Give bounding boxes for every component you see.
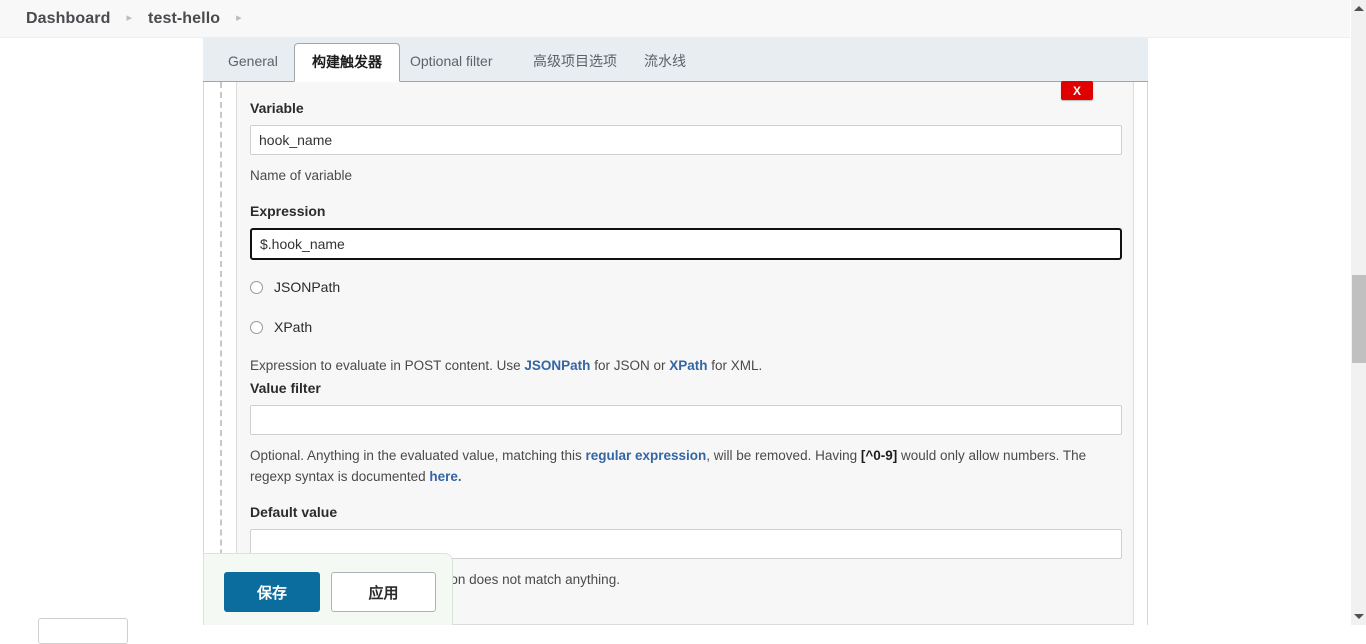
tab-strip: General 构建触发器 Optional filter 高级项目选项 流水线 [203,38,1148,82]
radio-circle-icon-2 [250,320,263,334]
here-link[interactable]: here. [429,469,461,484]
default-value-label: Default value [250,504,338,520]
expression-help-suffix: for XML. [707,358,763,373]
tab-general[interactable]: General [211,43,295,81]
value-filter-help-a: Optional. Anything in the evaluated valu… [250,448,586,463]
breadcrumb-separator-icon-2: ▸ [236,12,242,24]
jsonpath-link[interactable]: JSONPath [524,358,590,373]
expression-help-prefix: Expression to evaluate in POST content. … [250,358,525,373]
delete-parameter-button[interactable]: X [1061,81,1093,100]
value-filter-label: Value filter [250,380,321,396]
tab-pipeline[interactable]: 流水线 [627,43,703,81]
variable-label: Variable [250,100,304,116]
radio-jsonpath-label: JSONPath [274,279,341,295]
radio-xpath[interactable]: XPath [250,317,1122,337]
regular-expression-link[interactable]: regular expression [585,448,706,463]
field-expression: Expression JSONPath XPath Expression to … [250,203,1122,376]
scroll-down-arrow-icon[interactable] [1351,608,1366,625]
expression-help: Expression to evaluate in POST content. … [250,355,1122,376]
expression-label: Expression [250,203,326,219]
page-scrollbar[interactable] [1350,0,1366,625]
xpath-link[interactable]: XPath [669,358,707,373]
scrollbar-thumb[interactable] [1352,275,1366,363]
radio-xpath-label: XPath [274,319,313,335]
field-variable: Variable Name of variable [250,100,1122,186]
variable-input[interactable] [250,125,1122,155]
breadcrumb-item-project[interactable]: test-hello [148,10,220,28]
tab-advanced-options[interactable]: 高级项目选项 [516,43,634,81]
radio-jsonpath[interactable]: JSONPath [250,277,1122,297]
expression-input[interactable] [250,228,1122,260]
save-action-bar: 保存 应用 [203,553,453,625]
save-button[interactable]: 保存 [224,572,320,612]
scroll-track-below[interactable] [1351,363,1366,608]
apply-button[interactable]: 应用 [331,572,436,612]
save-bar-secondary-control[interactable] [38,618,128,644]
radio-circle-icon [250,280,263,294]
value-filter-help-bold: [^0-9] [860,448,898,463]
breadcrumb-item-dashboard[interactable]: Dashboard [26,10,110,28]
tab-optional-filter[interactable]: Optional filter [393,43,509,81]
breadcrumb: Dashboard ▸ test-hello ▸ [0,0,1350,38]
post-content-parameter-panel: Variable Name of variable Expression JSO… [236,82,1134,625]
field-value-filter: Value filter Optional. Anything in the e… [250,380,1122,487]
scroll-up-arrow-icon[interactable] [1351,0,1366,17]
value-filter-input[interactable] [250,405,1122,435]
breadcrumb-separator-icon: ▸ [126,12,133,24]
tab-build-triggers[interactable]: 构建触发器 [294,43,400,82]
value-filter-help-b: , will be removed. Having [706,448,861,463]
value-filter-help: Optional. Anything in the evaluated valu… [250,445,1116,487]
repeatable-block-guide [220,82,222,625]
expression-help-mid: for JSON or [590,358,670,373]
variable-help: Name of variable [250,168,353,183]
scroll-track-above[interactable] [1351,17,1366,275]
